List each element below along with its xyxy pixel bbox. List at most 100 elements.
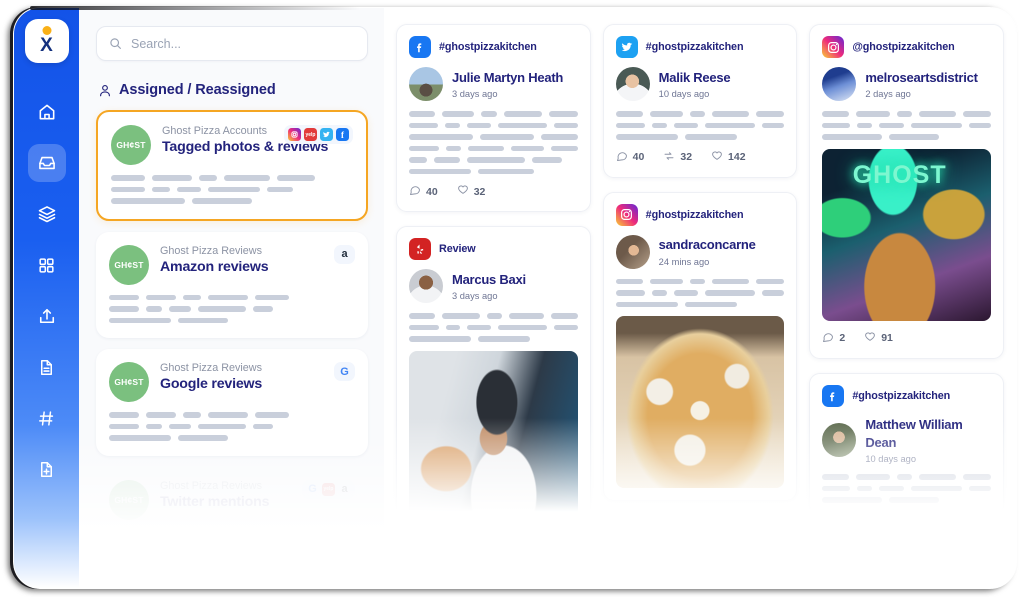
account-card[interactable]: a GH¢ST Ghost Pizza Reviews Amazon reviews — [96, 231, 368, 338]
skeleton-bar — [468, 145, 505, 151]
skeleton-bar — [822, 134, 883, 140]
post-media-image[interactable]: GHOST — [822, 148, 992, 321]
skeleton-bar — [198, 423, 246, 429]
author-name: Malik Reese — [658, 69, 731, 85]
sidebar-item-inbox[interactable] — [27, 144, 66, 182]
skeleton-bar — [674, 290, 699, 296]
author-name: Matthew William Dean — [865, 416, 963, 450]
sidebar-item-home[interactable] — [28, 93, 66, 131]
app-viewport: X Search... Assigned / Reassigned yelp f G… — [14, 8, 1016, 588]
skeleton-placeholder — [822, 111, 992, 140]
skeleton-bar — [919, 474, 957, 480]
primary-sidebar: X — [14, 8, 79, 588]
avatar — [822, 422, 857, 457]
post-timestamp: 10 days ago — [658, 89, 710, 100]
skeleton-bar — [253, 541, 273, 547]
post-timestamp: 24 mins ago — [658, 256, 710, 267]
feed-post-card[interactable]: #ghostpizzakitchen Malik Reese 10 days ago… — [602, 24, 798, 178]
post-media-image[interactable] — [615, 316, 785, 488]
post-stats: 2 91 — [822, 331, 991, 346]
account-subtitle: Ghost Pizza Reviews — [160, 362, 263, 374]
skeleton-bar — [553, 122, 578, 128]
post-header: Review — [409, 238, 578, 260]
stat-retweet[interactable]: 32 — [663, 150, 692, 165]
channel-chip-google[interactable]: G — [306, 483, 319, 496]
skeleton-bar — [183, 529, 201, 535]
account-card[interactable]: yelp f GH¢ST Ghost Pizza Accounts Tagged pho… — [96, 110, 368, 221]
author-name: melroseartsdistrict — [865, 69, 978, 85]
post-author: Julie Martyn Heath 3 days ago — [409, 67, 578, 101]
sidebar-item-publish[interactable] — [28, 297, 66, 335]
stat-comment[interactable]: 40 — [616, 150, 645, 165]
skeleton-row — [822, 474, 992, 480]
skeleton-bar — [109, 317, 171, 323]
skeleton-bar — [503, 111, 542, 117]
skeleton-bar — [442, 111, 475, 117]
feed-post-card[interactable]: @ghostpizzakitchen melroseartsdistrict 2 d… — [809, 24, 1005, 359]
skeleton-bar — [111, 175, 145, 181]
skeleton-bar — [109, 541, 139, 547]
skeleton-bar — [551, 145, 578, 151]
stat-heart[interactable]: 142 — [711, 150, 746, 165]
skeleton-row — [111, 198, 352, 204]
feed-post-card[interactable]: Review Marcus Baxi 3 days ago — [396, 226, 591, 554]
channel-chip-google[interactable]: G — [338, 365, 351, 378]
account-avatar: GH¢ST — [109, 479, 149, 520]
skeleton-bar — [615, 134, 678, 140]
sidebar-item-reports[interactable] — [28, 348, 66, 386]
stat-heart[interactable]: 91 — [864, 331, 893, 346]
avatar — [615, 234, 650, 269]
author-name: sandraconcarne — [658, 237, 756, 253]
skeleton-bar — [146, 541, 162, 547]
skeleton-bar — [540, 134, 578, 140]
account-card[interactable]: Gyelp a GH¢ST Ghost Pizza Reviews Twitter me… — [96, 466, 368, 573]
skeleton-bar — [478, 168, 534, 174]
channel-chip-facebook[interactable]: f — [336, 128, 349, 141]
stat-heart[interactable]: 32 — [457, 184, 485, 199]
stat-comment[interactable]: 2 — [822, 331, 845, 346]
stat-comment[interactable]: 40 — [409, 184, 438, 199]
skeleton-bar — [511, 145, 545, 151]
sidebar-item-layers[interactable] — [28, 195, 66, 233]
skeleton-row — [615, 278, 785, 284]
hashtag-icon — [37, 409, 56, 428]
sidebar-item-new-document[interactable] — [28, 450, 66, 488]
channel-chip-amazon[interactable]: a — [338, 483, 351, 496]
feed-post-card[interactable]: #ghostpizzakitchen Julie Martyn Heath 3 da… — [396, 24, 591, 212]
sidebar-item-tags[interactable] — [28, 399, 66, 437]
skeleton-bar — [409, 134, 473, 140]
skeleton-bar — [177, 186, 201, 192]
sidebar-item-apps[interactable] — [28, 246, 66, 284]
skeleton-bar — [968, 122, 992, 128]
feed-post-card[interactable]: #ghostpizzakitchen Matthew William Dean 10… — [809, 372, 1005, 516]
skeleton-row — [409, 145, 578, 151]
post-media-image[interactable] — [409, 350, 578, 541]
skeleton-bar — [910, 485, 962, 491]
feed-post-card[interactable]: #ghostpizzakitchen sandraconcarne 24 mins … — [602, 191, 798, 501]
skeleton-bar — [208, 412, 248, 418]
account-card[interactable]: G GH¢ST Ghost Pizza Reviews Google reviews — [96, 349, 368, 456]
skeleton-bar — [109, 435, 171, 441]
skeleton-row — [109, 412, 354, 418]
skeleton-row — [615, 122, 785, 128]
skeleton-bar — [111, 198, 185, 204]
post-handle: #ghostpizzakitchen — [645, 41, 744, 53]
app-logo[interactable]: X — [24, 19, 69, 63]
skeleton-bar — [409, 168, 471, 174]
skeleton-bar — [498, 324, 547, 330]
skeleton-bar — [889, 497, 940, 503]
channel-chip-yelp[interactable]: yelp — [322, 482, 335, 496]
skeleton-bar — [409, 157, 427, 163]
search-input[interactable]: Search... — [96, 26, 368, 61]
skeleton-bar — [652, 290, 668, 296]
skeleton-row — [409, 111, 578, 117]
stat-value: 40 — [632, 151, 645, 163]
channel-chip-amazon[interactable]: a — [338, 248, 351, 261]
skeleton-bar — [409, 313, 436, 319]
channel-chip-instagram[interactable] — [288, 128, 301, 141]
post-author: melroseartsdistrict 2 days ago — [822, 67, 991, 101]
skeleton-bar — [963, 111, 992, 117]
skeleton-bar — [178, 317, 228, 323]
channel-chip-twitter[interactable] — [320, 128, 333, 141]
channel-chip-yelp[interactable]: yelp — [304, 128, 317, 141]
